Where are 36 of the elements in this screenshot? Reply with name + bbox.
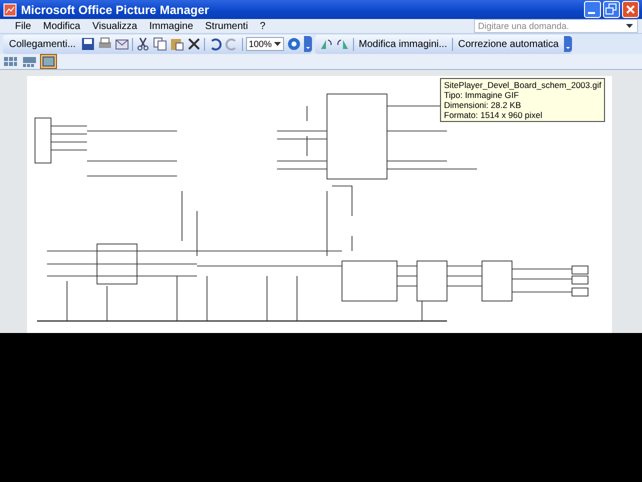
caret-icon[interactable] [274, 42, 281, 46]
mail-icon[interactable] [114, 37, 129, 51]
copy-icon[interactable] [152, 37, 167, 51]
restore-button[interactable] [603, 1, 620, 18]
minimize-button[interactable] [584, 1, 601, 18]
zoom-dropdown[interactable]: 100% [246, 37, 284, 51]
menu-item[interactable]: Strumenti [200, 20, 253, 32]
menu-item[interactable]: Visualizza [87, 20, 142, 32]
rotate-right-icon[interactable] [336, 37, 350, 51]
caret-icon[interactable] [626, 24, 633, 28]
app-icon [3, 2, 17, 16]
tooltip-line: Dimensioni: 28.2 KB [444, 100, 522, 110]
delete-icon[interactable] [186, 37, 201, 51]
edit-pictures-button[interactable]: Modifica immagini... [356, 36, 450, 52]
save-icon[interactable] [80, 37, 95, 51]
menu-item[interactable]: Immagine [144, 20, 198, 32]
toolbar-options-icon[interactable] [304, 36, 312, 52]
rotate-left-icon[interactable] [318, 37, 333, 51]
window-title: Microsoft Office Picture Manager [21, 2, 210, 16]
tooltip-line: Tipo: Immagine GIF [444, 90, 520, 100]
menu-item[interactable]: ? [254, 20, 270, 32]
tooltip-line: Formato: 1514 x 960 pixel [444, 110, 544, 120]
menu-item[interactable]: Modifica [38, 20, 86, 32]
close-button[interactable] [622, 1, 639, 18]
cut-icon[interactable] [136, 37, 150, 51]
menu-item[interactable]: File [10, 20, 36, 32]
tooltip-line: SitePlayer_Devel_Board_schem_2003.gif [444, 80, 602, 90]
shortcuts-button[interactable]: Collegamenti... [7, 36, 78, 52]
printer-icon[interactable] [98, 37, 112, 51]
view-mode-button[interactable] [21, 54, 38, 69]
auto-correct-button[interactable]: Correzione automatica [456, 36, 561, 52]
view-mode-button[interactable] [2, 54, 19, 69]
view-mode-button[interactable] [40, 54, 57, 69]
paste-icon[interactable] [170, 37, 184, 51]
toolbar-options-icon[interactable] [564, 36, 572, 52]
help-search-field[interactable]: Digitare una domanda. [474, 19, 638, 33]
